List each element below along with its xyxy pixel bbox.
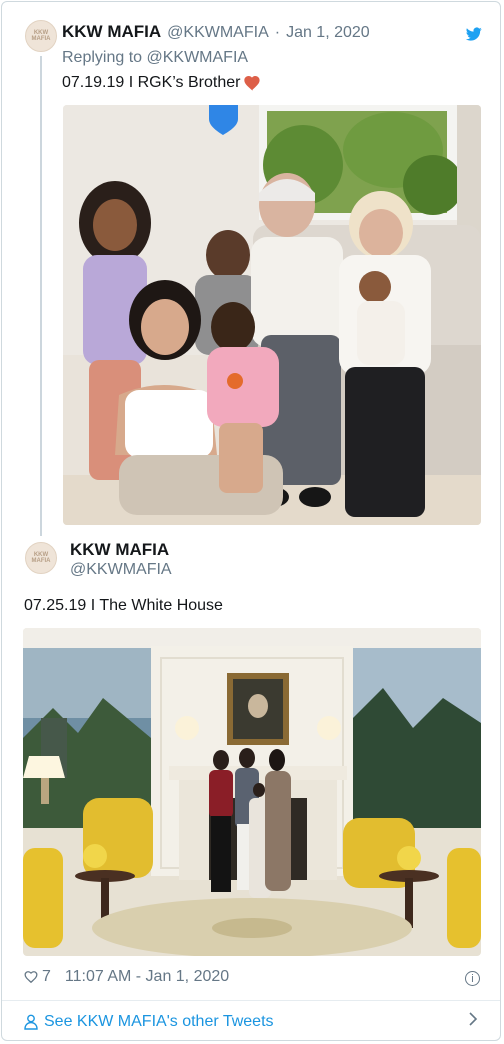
embedded-tweet-card: KKW MAFIA KKW MAFIA @KKWMAFIA · Jan 1, 2… (1, 1, 501, 1041)
info-icon[interactable]: i (465, 971, 480, 986)
date-separator: · (274, 24, 281, 41)
tweet-photo-white-house[interactable] (23, 628, 481, 956)
tweet-text: 07.19.19 I RGK’s Brother (62, 74, 241, 91)
twitter-bird-icon[interactable] (466, 26, 482, 42)
tweet-date[interactable]: Jan 1, 2020 (286, 24, 370, 42)
avatar-text: KKW MAFIA (31, 552, 51, 564)
avatar[interactable]: KKW MAFIA (25, 542, 57, 574)
person-icon (24, 1014, 38, 1030)
tweet-timestamp[interactable]: 11:07 AM - Jan 1, 2020 (65, 968, 229, 986)
avatar[interactable]: KKW MAFIA (25, 20, 57, 52)
heart-outline-icon[interactable] (24, 970, 38, 984)
tweet-text: 07.25.19 I The White House (24, 597, 223, 614)
replying-to[interactable]: Replying to @KKWMAFIA (62, 49, 248, 67)
avatar-text: KKW MAFIA (31, 30, 51, 42)
see-more-tweets-link[interactable]: See KKW MAFIA's other Tweets (24, 1013, 274, 1031)
thread-connector (40, 56, 42, 536)
chevron-right-icon[interactable] (468, 1012, 478, 1031)
handle[interactable]: @KKWMAFIA (167, 24, 269, 42)
heart-emoji-icon (244, 75, 261, 91)
see-more-label: See KKW MAFIA's other Tweets (44, 1013, 274, 1030)
handle[interactable]: @KKWMAFIA (70, 561, 172, 579)
divider (2, 1000, 500, 1001)
like-count[interactable]: 7 (42, 968, 51, 986)
display-name[interactable]: KKW MAFIA (62, 22, 161, 42)
tweet-photo-family[interactable] (63, 105, 481, 525)
display-name[interactable]: KKW MAFIA (70, 540, 169, 560)
